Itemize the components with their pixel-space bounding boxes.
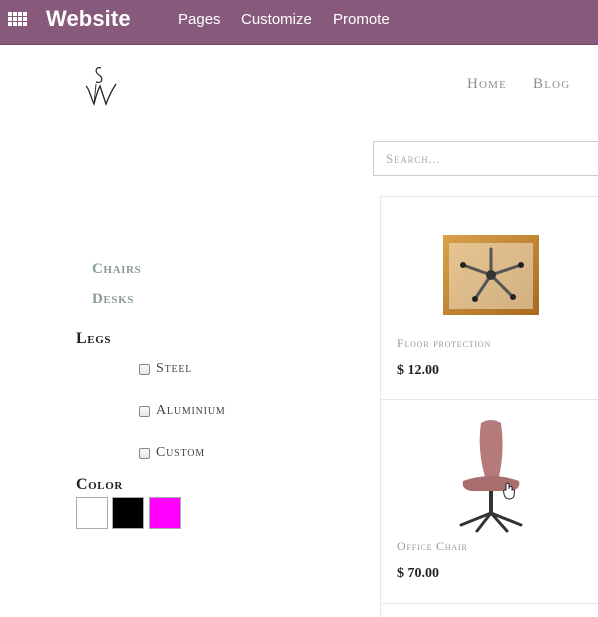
hand-pointer-icon <box>503 482 515 500</box>
menu-pages[interactable]: Pages <box>178 11 221 28</box>
custom-label: Custom <box>156 445 205 460</box>
apps-grid-icon[interactable] <box>8 12 28 28</box>
nav-home[interactable]: Home <box>467 76 507 93</box>
nav-blog[interactable]: Blog <box>533 76 570 93</box>
website-brand[interactable]: Website <box>46 6 131 32</box>
search-input[interactable] <box>374 142 598 175</box>
color-swatch-magenta[interactable] <box>149 497 181 529</box>
custom-checkbox[interactable] <box>139 447 150 459</box>
menu-promote[interactable]: Promote <box>333 11 390 28</box>
product-card[interactable]: Office Chair $ 70.00 <box>381 399 598 604</box>
product-price: $ 12.00 <box>397 363 439 378</box>
aluminium-checkbox[interactable] <box>139 405 150 417</box>
product-name[interactable]: Office Chair <box>397 539 468 554</box>
legs-option-custom[interactable]: Custom <box>139 445 205 461</box>
steel-checkbox[interactable] <box>139 363 150 375</box>
attribute-legs-title: Legs <box>76 330 112 347</box>
product-grid: Floor protection $ 12.00 Office Chair $ … <box>380 196 598 617</box>
category-chairs[interactable]: Chairs <box>92 261 141 278</box>
aluminium-label: Aluminium <box>156 403 226 418</box>
floor-mat-photo-icon[interactable] <box>443 235 539 315</box>
steel-label: Steel <box>156 361 193 376</box>
menu-customize[interactable]: Customize <box>241 11 312 28</box>
legs-option-aluminium[interactable]: Aluminium <box>139 403 226 419</box>
category-desks[interactable]: Desks <box>92 291 134 308</box>
admin-topbar: Website Pages Customize Promote <box>0 0 598 45</box>
sw-monogram-logo-icon[interactable] <box>82 64 118 108</box>
office-chair-photo-icon[interactable] <box>455 419 527 539</box>
color-swatch-black[interactable] <box>112 497 144 529</box>
legs-option-steel[interactable]: Steel <box>139 361 192 377</box>
product-card[interactable]: Floor protection $ 12.00 <box>381 197 598 400</box>
product-search <box>373 141 598 176</box>
product-price: $ 70.00 <box>397 566 439 581</box>
attribute-color-title: Color <box>76 476 123 493</box>
color-swatch-white[interactable] <box>76 497 108 529</box>
product-name[interactable]: Floor protection <box>397 336 491 351</box>
